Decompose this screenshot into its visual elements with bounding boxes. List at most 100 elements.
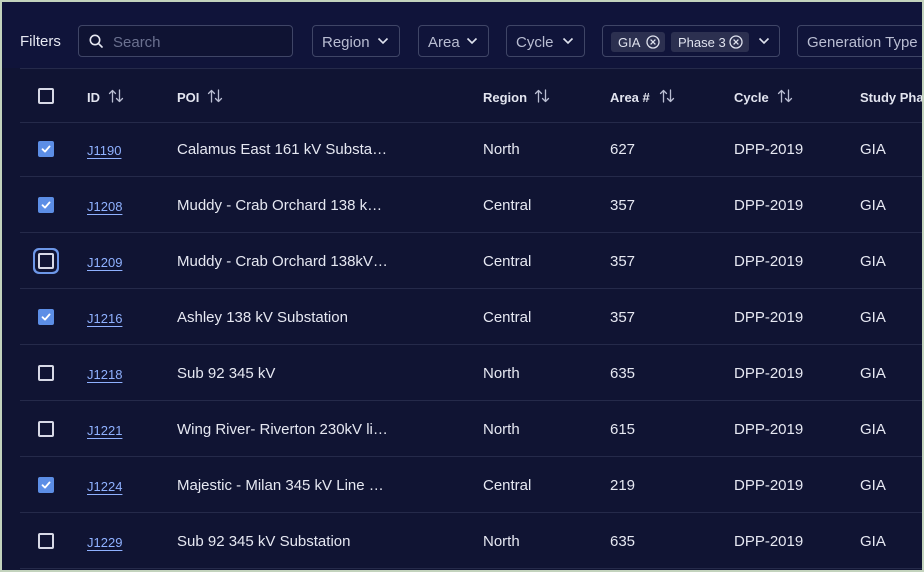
area-cell: 627 bbox=[610, 141, 636, 158]
sort-icon[interactable] bbox=[207, 88, 223, 104]
area-cell: 219 bbox=[610, 477, 636, 494]
area-cell: 357 bbox=[610, 253, 636, 270]
study-phase-cell: GIA bbox=[860, 533, 886, 550]
region-filter-dropdown[interactable]: Region bbox=[312, 25, 400, 57]
table-row[interactable]: J1208 Muddy - Crab Orchard 138 k… Central 3… bbox=[20, 177, 922, 233]
chevron-down-icon bbox=[562, 37, 574, 45]
cycle-cell: DPP-2019 bbox=[734, 253, 804, 270]
id-link[interactable]: J1221 bbox=[87, 423, 122, 438]
study-phase-filter-dropdown[interactable]: GIA Phase 3 bbox=[602, 25, 780, 57]
table-row[interactable]: J1221 Wing River- Riverton 230kV li… North… bbox=[20, 401, 922, 457]
cycle-cell: DPP-2019 bbox=[734, 197, 804, 214]
study-phase-cell: GIA bbox=[860, 365, 886, 382]
filter-chip-gia: GIA bbox=[611, 32, 665, 52]
region-cell: Central bbox=[483, 309, 532, 326]
cycle-cell: DPP-2019 bbox=[734, 309, 804, 326]
filters-title: Filters bbox=[20, 33, 61, 50]
select-all-checkbox[interactable] bbox=[38, 88, 54, 104]
column-header-study-phase[interactable]: Study Pha bbox=[860, 90, 922, 105]
row-checkbox[interactable] bbox=[38, 421, 54, 437]
sort-icon[interactable] bbox=[108, 88, 124, 104]
sort-icon[interactable] bbox=[534, 88, 550, 104]
area-cell: 635 bbox=[610, 533, 636, 550]
row-checkbox[interactable] bbox=[38, 365, 54, 381]
id-link[interactable]: J1190 bbox=[87, 143, 121, 158]
region-cell: Central bbox=[483, 477, 532, 494]
table-row[interactable]: J1216 Ashley 138 kV Substation Central 357 D… bbox=[20, 289, 922, 345]
row-checkbox[interactable] bbox=[38, 141, 54, 157]
poi-cell: Majestic - Milan 345 kV Line … bbox=[177, 477, 384, 494]
region-cell: Central bbox=[483, 253, 532, 270]
study-phase-cell: GIA bbox=[860, 309, 886, 326]
id-link[interactable]: J1209 bbox=[87, 255, 122, 270]
region-cell: North bbox=[483, 533, 520, 550]
study-phase-cell: GIA bbox=[860, 253, 886, 270]
search-box[interactable] bbox=[78, 25, 293, 57]
study-phase-cell: GIA bbox=[860, 421, 886, 438]
remove-chip-icon[interactable] bbox=[729, 35, 743, 49]
id-link[interactable]: J1216 bbox=[87, 311, 122, 326]
generation-type-filter-label: Generation Type bbox=[807, 34, 918, 51]
row-checkbox[interactable] bbox=[38, 309, 54, 325]
checkmark-icon bbox=[41, 145, 51, 153]
cycle-cell: DPP-2019 bbox=[734, 141, 804, 158]
search-icon bbox=[89, 34, 103, 48]
table-row[interactable]: J1224 Majestic - Milan 345 kV Line … Centr… bbox=[20, 457, 922, 513]
row-checkbox[interactable] bbox=[38, 253, 54, 269]
column-header-cycle[interactable]: Cycle bbox=[734, 90, 769, 105]
study-phase-cell: GIA bbox=[860, 141, 886, 158]
poi-cell: Wing River- Riverton 230kV li… bbox=[177, 421, 388, 438]
study-phase-cell: GIA bbox=[860, 477, 886, 494]
area-cell: 615 bbox=[610, 421, 636, 438]
cycle-cell: DPP-2019 bbox=[734, 533, 804, 550]
checkmark-icon bbox=[41, 313, 51, 321]
area-filter-label: Area bbox=[428, 34, 460, 51]
chip-label: Phase 3 bbox=[678, 35, 726, 50]
table-row[interactable]: J1190 Calamus East 161 kV Substa… North 627… bbox=[20, 121, 922, 177]
sort-icon[interactable] bbox=[777, 88, 793, 104]
poi-cell: Muddy - Crab Orchard 138kV… bbox=[177, 253, 388, 270]
checkmark-icon bbox=[41, 201, 51, 209]
study-phase-cell: GIA bbox=[860, 197, 886, 214]
chevron-down-icon bbox=[466, 37, 478, 45]
table-row[interactable]: J1218 Sub 92 345 kV North 635 DPP-2019 GIA bbox=[20, 345, 922, 401]
chip-label: GIA bbox=[618, 35, 641, 50]
column-header-poi[interactable]: POI bbox=[177, 90, 199, 105]
poi-cell: Calamus East 161 kV Substa… bbox=[177, 141, 388, 158]
id-link[interactable]: J1224 bbox=[87, 479, 122, 494]
search-input[interactable] bbox=[111, 31, 285, 53]
poi-cell: Sub 92 345 kV Substation bbox=[177, 533, 351, 550]
row-checkbox[interactable] bbox=[38, 477, 54, 493]
generation-type-filter-dropdown[interactable]: Generation Type bbox=[797, 25, 922, 57]
sort-icon[interactable] bbox=[659, 88, 675, 104]
id-link[interactable]: J1218 bbox=[87, 367, 122, 382]
area-filter-dropdown[interactable]: Area bbox=[418, 25, 489, 57]
cycle-cell: DPP-2019 bbox=[734, 421, 804, 438]
column-header-region[interactable]: Region bbox=[483, 90, 527, 105]
poi-cell: Muddy - Crab Orchard 138 k… bbox=[177, 197, 383, 214]
table-row[interactable]: J1229 Sub 92 345 kV Substation North 635 DPP… bbox=[20, 513, 922, 569]
remove-chip-icon[interactable] bbox=[646, 35, 660, 49]
chevron-down-icon bbox=[758, 37, 770, 45]
filters-bar: Filters Region Area Cycle bbox=[2, 2, 922, 68]
column-header-area[interactable]: Area # bbox=[610, 90, 650, 105]
table-row[interactable]: J1209 Muddy - Crab Orchard 138kV… Central 3… bbox=[20, 233, 922, 289]
filter-chip-phase-3: Phase 3 bbox=[671, 32, 749, 52]
row-checkbox[interactable] bbox=[38, 533, 54, 549]
table-header: ID POI Region Area # Cycle Study Pha bbox=[20, 68, 922, 123]
region-cell: North bbox=[483, 421, 520, 438]
row-checkbox[interactable] bbox=[38, 197, 54, 213]
region-cell: North bbox=[483, 365, 520, 382]
area-cell: 357 bbox=[610, 197, 636, 214]
checkmark-icon bbox=[41, 481, 51, 489]
id-link[interactable]: J1229 bbox=[87, 535, 122, 550]
chevron-down-icon bbox=[377, 37, 389, 45]
region-filter-label: Region bbox=[322, 34, 370, 51]
area-cell: 635 bbox=[610, 365, 636, 382]
app-frame: Filters Region Area Cycle bbox=[2, 2, 922, 570]
id-link[interactable]: J1208 bbox=[87, 199, 122, 214]
column-header-id[interactable]: ID bbox=[87, 90, 100, 105]
cycle-filter-dropdown[interactable]: Cycle bbox=[506, 25, 585, 57]
cycle-cell: DPP-2019 bbox=[734, 477, 804, 494]
poi-cell: Ashley 138 kV Substation bbox=[177, 309, 348, 326]
